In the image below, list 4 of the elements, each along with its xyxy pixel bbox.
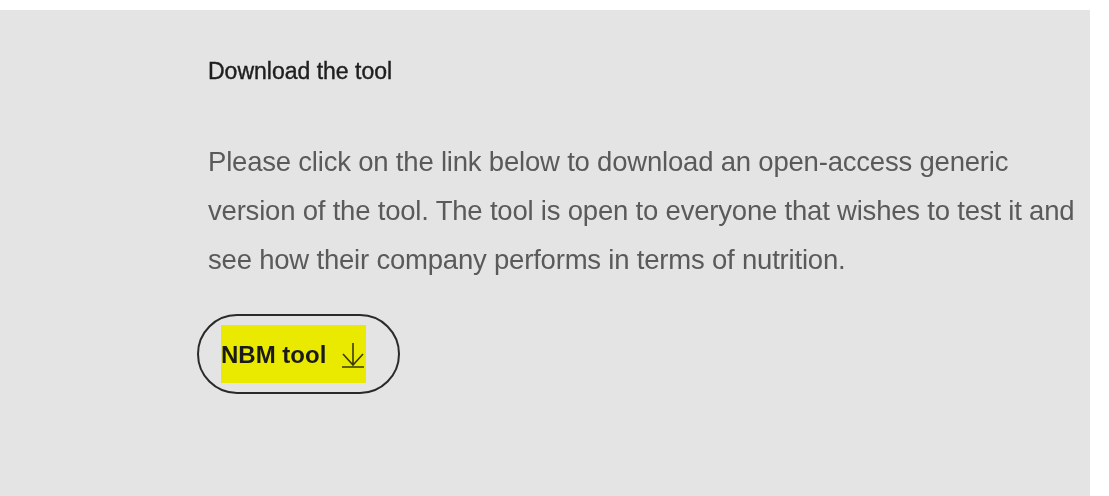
section-heading: Download the tool	[208, 58, 394, 85]
description-text: Please click on the link below to download an open-access generic version of the tool. The tool is open to everyone that wishes to test it and see how their company performs in terms of nutrition.	[208, 145, 1076, 277]
download-icon	[340, 341, 367, 369]
download-button[interactable]: NBM tool	[197, 314, 401, 394]
